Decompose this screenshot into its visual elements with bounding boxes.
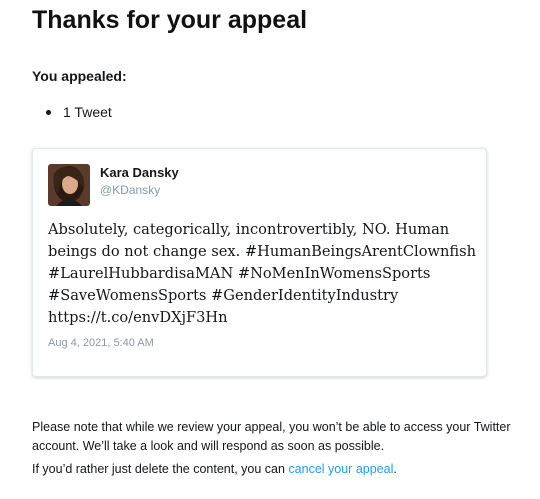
cancel-appeal-link[interactable]: cancel your appeal [288,462,393,476]
tweet-author-name: Kara Dansky [100,165,179,180]
cancel-appeal-line: If you’d rather just delete the content,… [32,462,397,476]
appealed-items-list: 1 Tweet [46,104,112,120]
tweet-timestamp: Aug 4, 2021, 5:40 AM [48,337,154,349]
review-notice: Please note that while we review your ap… [32,420,511,453]
appeal-confirmation-page: Thanks for your appeal You appealed: 1 T… [0,0,540,499]
cancel-prefix-text: If you’d rather just delete the content,… [32,462,289,476]
cancel-suffix-text: . [393,462,397,476]
tweet-text: Absolutely, categorically, incontroverti… [48,221,476,326]
appealed-heading: You appealed: [32,68,127,84]
bullet-icon [46,109,51,115]
avatar-image [48,164,90,206]
page-title: Thanks for your appeal [32,6,308,34]
tweet-card: Kara Dansky @KDansky Absolutely, categor… [32,148,487,377]
appealed-item: 1 Tweet [63,104,112,120]
avatar [48,164,90,206]
tweet-author-handle: @KDansky [100,183,161,197]
